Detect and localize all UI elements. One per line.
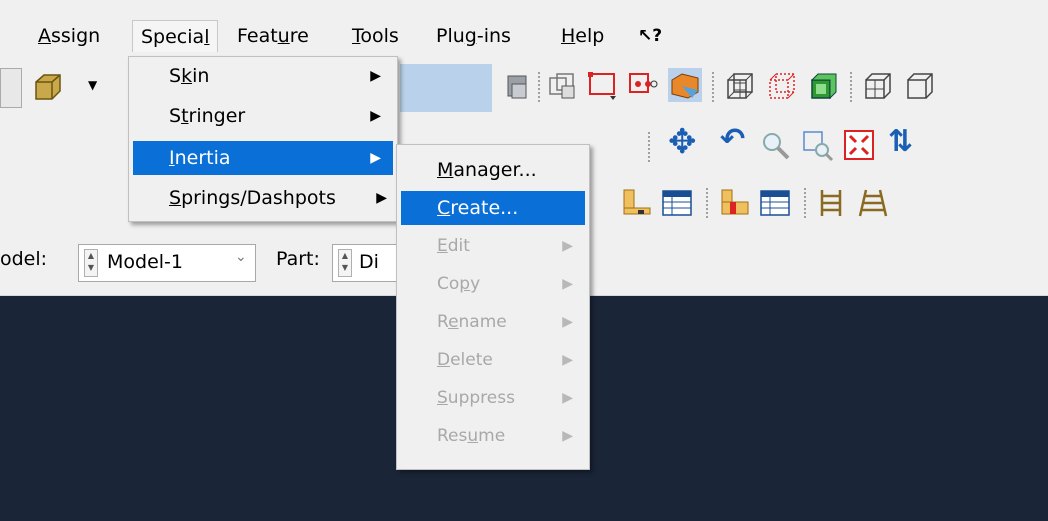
menu-item-label: Edit (437, 236, 470, 256)
menu-label: Tools (352, 25, 399, 47)
menu-item-inertia[interactable]: Inertia ▶ (133, 141, 393, 175)
menu-item-rename: Rename ▶ (401, 305, 585, 339)
translate-icon[interactable] (626, 68, 660, 102)
chevron-down-icon[interactable]: ⌄ (235, 249, 247, 265)
table-icon-2[interactable] (758, 186, 792, 220)
part-value: Di (359, 251, 379, 273)
model-label: odel: (0, 248, 48, 270)
datum-icon[interactable] (618, 186, 652, 220)
menu-special[interactable]: Special (132, 20, 219, 52)
toolbar-separator (850, 72, 852, 102)
menu-item-label: Suppress (437, 388, 515, 408)
menubar: Assign Special Feature Tools Plug-ins He… (0, 0, 1048, 56)
table-icon[interactable] (660, 186, 694, 220)
menu-item-suppress: Suppress ▶ (401, 381, 585, 415)
whats-this-icon[interactable]: ↖? (630, 20, 670, 52)
menu-tools[interactable]: Tools (344, 20, 407, 52)
zoom-box-icon[interactable] (800, 128, 834, 162)
submenu-arrow-icon: ▶ (370, 150, 381, 166)
menu-item-delete: Delete ▶ (401, 343, 585, 377)
model-combo[interactable]: ▲ ▼ Model-1 ⌄ (78, 244, 256, 282)
menu-label: Special (141, 26, 210, 48)
submenu-arrow-icon: ▶ (376, 190, 387, 206)
menu-feature[interactable]: Feature (229, 20, 317, 52)
menu-item-skin[interactable]: Skin ▶ (133, 59, 393, 93)
box-view-icon[interactable] (902, 70, 936, 104)
query-icon[interactable] (500, 70, 534, 104)
menu-item-springs-dashpots[interactable]: Springs/Dashpots ▶ (133, 181, 393, 215)
magnify-icon[interactable] (758, 128, 792, 162)
menu-item-create[interactable]: Create... (401, 191, 585, 225)
menu-item-label: Rename (437, 312, 507, 332)
chevron-down-icon[interactable]: ▼ (88, 78, 97, 92)
menu-item-copy: Copy ▶ (401, 267, 585, 301)
menu-label: Help (561, 25, 605, 47)
submenu-arrow-icon: ▶ (562, 390, 573, 406)
pan-icon[interactable]: ✥ (668, 122, 697, 162)
menu-item-label: Springs/Dashpots (169, 187, 336, 209)
hidden-line-icon[interactable] (764, 70, 798, 104)
menu-item-label: Manager... (437, 159, 537, 181)
toolbar-separator (538, 72, 540, 102)
submenu-arrow-icon: ▶ (562, 428, 573, 444)
menu-assign[interactable]: Assign (30, 20, 108, 52)
spin-icon[interactable]: ▲ ▼ (338, 249, 352, 277)
fit-view-icon[interactable] (842, 128, 876, 162)
menu-label: Feature (237, 25, 309, 47)
cycle-view-icon[interactable]: ⇅ (888, 124, 913, 159)
menu-item-label: Create... (437, 197, 519, 219)
menu-item-label: Skin (169, 65, 210, 87)
submenu-arrow-icon: ▶ (562, 276, 573, 292)
submenu-arrow-icon: ▶ (562, 314, 573, 330)
toolbar-separator (706, 188, 708, 218)
datum-csys-icon[interactable] (716, 186, 750, 220)
menu-item-label: Inertia (169, 147, 231, 169)
toolbar-combo-edge[interactable] (0, 68, 22, 108)
menu-plugins[interactable]: Plug-ins (428, 20, 519, 52)
inertia-submenu: Manager... Create... Edit ▶ Copy ▶ Rename ▶… (396, 144, 590, 470)
menu-item-label: Copy (437, 274, 481, 294)
toolbar-field (400, 64, 492, 112)
menu-label: Plug-ins (436, 25, 511, 47)
menu-label: Assign (38, 25, 101, 47)
menu-item-label: Resume (437, 426, 506, 446)
part-cube-icon[interactable] (30, 70, 64, 104)
menu-item-label: Stringer (169, 105, 246, 127)
box-zoom-icon[interactable] (586, 68, 620, 102)
toolbar-separator (804, 188, 806, 218)
menu-item-resume: Resume ▶ (401, 419, 585, 453)
menu-help[interactable]: Help (553, 20, 612, 52)
submenu-arrow-icon: ▶ (562, 352, 573, 368)
menu-item-label: Delete (437, 350, 493, 370)
solid-icon[interactable] (806, 70, 840, 104)
wireframe-icon[interactable] (722, 70, 756, 104)
model-value: Model-1 (107, 251, 183, 273)
rotate-icon[interactable]: ↶ (720, 122, 745, 157)
part-label: Part: (276, 248, 320, 270)
toolbar-separator (648, 132, 650, 162)
toolbar-separator (712, 72, 714, 102)
submenu-arrow-icon: ▶ (370, 108, 381, 124)
ladder-icon-2[interactable] (856, 186, 890, 220)
spin-icon[interactable]: ▲ ▼ (84, 249, 98, 277)
iso-view-icon[interactable] (860, 70, 894, 104)
submenu-arrow-icon: ▶ (370, 68, 381, 84)
menu-item-manager[interactable]: Manager... (401, 153, 585, 187)
part-combo[interactable]: ▲ ▼ Di (332, 244, 402, 282)
menu-item-stringer[interactable]: Stringer ▶ (133, 99, 393, 133)
menu-item-edit: Edit ▶ (401, 229, 585, 263)
submenu-arrow-icon: ▶ (562, 238, 573, 254)
shaded-icon[interactable] (668, 68, 702, 102)
special-menu: Skin ▶ Stringer ▶ Inertia ▶ Springs/Dashpot… (128, 56, 398, 222)
view-cube-icon[interactable] (546, 70, 580, 104)
ladder-icon[interactable] (814, 186, 848, 220)
